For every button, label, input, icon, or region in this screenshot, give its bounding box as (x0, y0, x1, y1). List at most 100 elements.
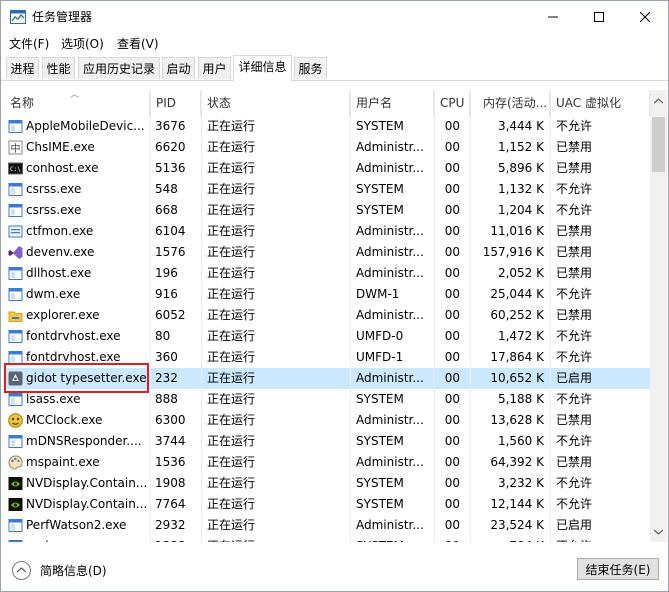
cell-mem: 1,204 K (497, 203, 544, 217)
close-icon (640, 11, 650, 22)
cell-user: SYSTEM (356, 392, 404, 406)
column-separator (350, 90, 351, 542)
table-row[interactable]: pmbone.exe 1388 正在运行 SYSTEM00784 K 不允许 (4, 536, 650, 542)
column-separator (470, 90, 471, 542)
chevron-up-icon (12, 561, 31, 580)
cell-uac: 不允许 (556, 434, 593, 448)
cell-status: 正在运行 (207, 182, 256, 196)
cell-mem: 1,560 K (497, 434, 544, 448)
cell-cpu: 00 (444, 497, 460, 511)
cell-cpu: 00 (444, 161, 460, 175)
cell-pid: 196 (155, 266, 178, 280)
table-row[interactable]: devenv.exe 1576 正在运行 Administr... 00 157,916 … (4, 242, 650, 263)
cell-user: Administr... (356, 245, 424, 259)
cell-cpu: 00 (444, 266, 460, 280)
table-row-selected[interactable]: gidot typesetter.exe 232 正在运行 Administr... 0… (4, 368, 650, 389)
cell-pid: 80 (155, 329, 171, 343)
end-task-button[interactable]: 结束任务(E) (577, 558, 659, 580)
vertical-scrollbar[interactable] (650, 90, 667, 542)
cell-uac: 不允许 (556, 392, 593, 406)
table-row[interactable]: fontdrvhost.exe 360 正在运行 UMFD-1 00 17,864 K 不允… (4, 347, 650, 368)
cell-mem: 12,144 K (490, 497, 544, 511)
cell-user: SYSTEM (356, 182, 404, 196)
tab-users[interactable]: 用户 (198, 57, 231, 79)
cell-uac: 已启用 (556, 371, 593, 385)
cell-name: dllhost.exe (26, 266, 92, 280)
table-row[interactable]: ctfmon.exe 6104 正在运行 Administr... 00 11,016 K… (4, 221, 650, 242)
cell-mem: 5,896 K (497, 161, 544, 175)
column-header-username[interactable]: 用户名 (350, 90, 434, 116)
cell-user: Administr... (356, 413, 424, 427)
cell-uac: 已禁用 (556, 161, 593, 175)
fewer-details-toggle[interactable]: 简略信息(D) (12, 561, 107, 580)
window-icon (8, 435, 23, 448)
cell-mem: 2,052 K (497, 266, 544, 280)
table-row[interactable]: explorer.exe 6052 正在运行 Administr... 00 60,252… (4, 305, 650, 326)
window-icon (8, 351, 23, 364)
scroll-down-icon[interactable] (654, 529, 663, 535)
table-row[interactable]: dwm.exe 916 正在运行 DWM-1 00 25,044 K 不允许 (4, 284, 650, 305)
tab-performance[interactable]: 性能 (42, 57, 75, 79)
maximize-button[interactable] (576, 1, 622, 32)
table-row[interactable]: 中 ChsIME.exe 6620 正在运行 Administr... 00 1,152 K… (4, 137, 650, 158)
table-row[interactable]: mspaint.exe 1536 正在运行 Administr... 00 64,392 … (4, 452, 650, 473)
table-row[interactable]: C:\ conhost.exe 5136 正在运行 Administr... 00 5,89… (4, 158, 650, 179)
table-row[interactable]: fontdrvhost.exe 80 正在运行 UMFD-0 00 1,472 K 不允许 (4, 326, 650, 347)
cell-user: Administr... (356, 308, 424, 322)
column-header-uac[interactable]: UAC 虚拟化 (550, 90, 650, 116)
tab-startup[interactable]: 启动 (162, 57, 195, 79)
table-header: ︿ 名称 PID 状态 用户名 CPU 内存(活动... UAC 虚拟化 (4, 90, 650, 116)
cell-user: Administr... (356, 161, 424, 175)
scrollbar-thumb[interactable] (652, 117, 665, 172)
column-header-memory[interactable]: 内存(活动... (470, 90, 550, 116)
table-row[interactable]: NVDisplay.Contain... 1908 正在运行 SYSTEM 00 3,23… (4, 473, 650, 494)
menu-options[interactable]: 选项(O) (61, 35, 104, 52)
cell-user: UMFD-0 (356, 329, 404, 343)
table-row[interactable]: lsass.exe 888 正在运行 SYSTEM 00 5,188 K 不允许 (4, 389, 650, 410)
column-header-cpu[interactable]: CPU (434, 90, 470, 116)
tab-app-history[interactable]: 应用历史记录 (78, 57, 160, 79)
cell-uac: 已禁用 (556, 455, 593, 469)
table-row[interactable]: mDNSResponder.... 3744 正在运行 SYSTEM 00 1,560 K… (4, 431, 650, 452)
cell-pid: 232 (155, 371, 178, 385)
cell-status: 正在运行 (207, 518, 256, 532)
cell-status: 正在运行 (207, 413, 256, 427)
table-row[interactable]: PerfWatson2.exe 2932 正在运行 Administr... 00 23,… (4, 515, 650, 536)
cell-status: 正在运行 (207, 536, 347, 542)
cell-pid: 916 (155, 287, 178, 301)
close-button[interactable] (622, 1, 668, 32)
column-header-status[interactable]: 状态 (201, 90, 350, 116)
column-header-pid[interactable]: PID (150, 90, 201, 116)
cell-user: SYSTEM (356, 434, 404, 448)
table-row[interactable]: MCClock.exe 6300 正在运行 Administr... 00 13,628 … (4, 410, 650, 431)
table-row[interactable]: csrss.exe 668 正在运行 SYSTEM 00 1,204 K 不允许 (4, 200, 650, 221)
menu-view[interactable]: 查看(V) (117, 35, 159, 52)
table-row[interactable]: NVDisplay.Contain... 7764 正在运行 SYSTEM 00 12,1… (4, 494, 650, 515)
tab-processes[interactable]: 进程 (6, 57, 39, 79)
cell-cpu: 00 (444, 329, 460, 343)
cell-pid: 2932 (155, 518, 186, 532)
cell-name: NVDisplay.Contain... (26, 476, 148, 490)
cell-cpu: 00 (444, 245, 460, 259)
cell-user: SYSTEM (356, 476, 404, 490)
window-icon (8, 120, 23, 133)
tab-services[interactable]: 服务 (294, 57, 327, 79)
window-icon (8, 288, 23, 301)
scroll-up-icon[interactable] (654, 98, 663, 104)
cell-status: 正在运行 (207, 329, 256, 343)
column-header-name[interactable]: ︿ 名称 (4, 90, 150, 116)
cell-user: SYSTEM (356, 119, 404, 133)
cell-mem: 25,044 K (490, 287, 544, 301)
window-icon (8, 540, 23, 542)
tab-details[interactable]: 详细信息 (233, 55, 292, 81)
menu-file[interactable]: 文件(F) (9, 35, 49, 52)
cell-name: fontdrvhost.exe (26, 350, 121, 364)
minimize-button[interactable] (530, 1, 576, 32)
table-row[interactable]: csrss.exe 548 正在运行 SYSTEM 00 1,132 K 不允许 (4, 179, 650, 200)
ime-icon: 中 (8, 140, 23, 155)
table-row[interactable]: dllhost.exe 196 正在运行 Administr... 00 2,052 K 已… (4, 263, 650, 284)
table-row[interactable]: AppleMobileDevic... 3676 正在运行 SYSTEM 00 3,444… (4, 116, 650, 137)
visual-studio-icon (8, 246, 23, 259)
minimize-icon (548, 16, 558, 17)
cell-status: 正在运行 (207, 434, 256, 448)
